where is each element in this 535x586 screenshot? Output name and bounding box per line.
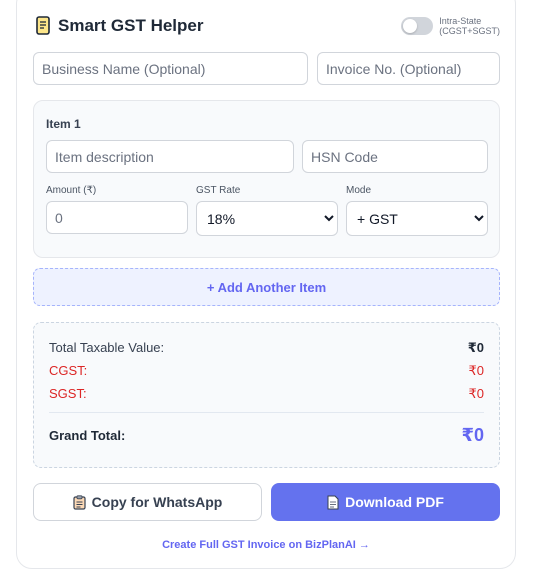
mode-select[interactable]: + GST xyxy=(346,201,488,236)
sgst-row: SGST: ₹0 xyxy=(49,386,484,402)
taxable-row: Total Taxable Value: ₹0 xyxy=(49,340,484,356)
taxable-value: ₹0 xyxy=(467,340,484,355)
item-card: Item 1 Amount (₹) GST Rate Mode 18% + GS… xyxy=(33,100,500,258)
add-item-button[interactable]: + Add Another Item xyxy=(33,268,500,306)
cgst-value: ₹0 xyxy=(468,363,484,378)
toggle-label-line1: Intra-State xyxy=(439,16,482,26)
toggle-label: Intra-State (CGST+SGST) xyxy=(439,16,500,36)
create-invoice-link[interactable]: Create Full GST Invoice on BizPlanAI → xyxy=(17,539,515,551)
grand-total-value: ₹0 xyxy=(461,425,484,445)
copy-whatsapp-label: Copy for WhatsApp xyxy=(91,494,223,510)
gst-rate-select[interactable]: 18% xyxy=(196,201,338,236)
totals-panel: Total Taxable Value: ₹0 CGST: ₹0 SGST: ₹… xyxy=(33,322,500,468)
mode-label: Mode xyxy=(346,185,372,196)
amount-input[interactable] xyxy=(46,201,188,234)
page-title: Smart GST Helper xyxy=(58,16,204,35)
taxable-label: Total Taxable Value: xyxy=(49,340,165,355)
download-pdf-button[interactable]: Download PDF xyxy=(271,483,500,521)
copy-whatsapp-button[interactable]: Copy for WhatsApp xyxy=(33,483,262,521)
totals-divider xyxy=(49,412,484,413)
invoice-number-input[interactable] xyxy=(317,52,500,85)
sgst-label: SGST: xyxy=(49,386,87,401)
item-title: Item 1 xyxy=(46,117,81,131)
amount-label: Amount (₹) xyxy=(46,185,97,196)
sgst-value: ₹0 xyxy=(468,386,484,401)
header-title-row: Smart GST Helper xyxy=(34,16,204,36)
business-name-input[interactable] xyxy=(33,52,308,85)
intra-state-toggle[interactable] xyxy=(401,17,434,35)
document-icon xyxy=(327,495,339,509)
gst-helper-card: Smart GST Helper Intra-State (CGST+SGST)… xyxy=(16,0,516,569)
intra-state-toggle-wrap: Intra-State (CGST+SGST) xyxy=(401,16,500,36)
clipboard-icon xyxy=(73,494,86,510)
toggle-label-line2: (CGST+SGST) xyxy=(439,26,500,36)
gst-rate-label: GST Rate xyxy=(196,185,241,196)
item-description-input[interactable] xyxy=(46,140,294,173)
scroll-icon xyxy=(36,16,50,35)
cgst-row: CGST: ₹0 xyxy=(49,363,484,379)
grand-total-label: Grand Total: xyxy=(49,428,126,443)
toggle-knob xyxy=(403,19,418,33)
cgst-label: CGST: xyxy=(49,363,88,378)
hsn-code-input[interactable] xyxy=(302,140,488,173)
grand-total-row: Grand Total: ₹0 xyxy=(49,425,484,446)
download-pdf-label: Download PDF xyxy=(345,494,444,510)
